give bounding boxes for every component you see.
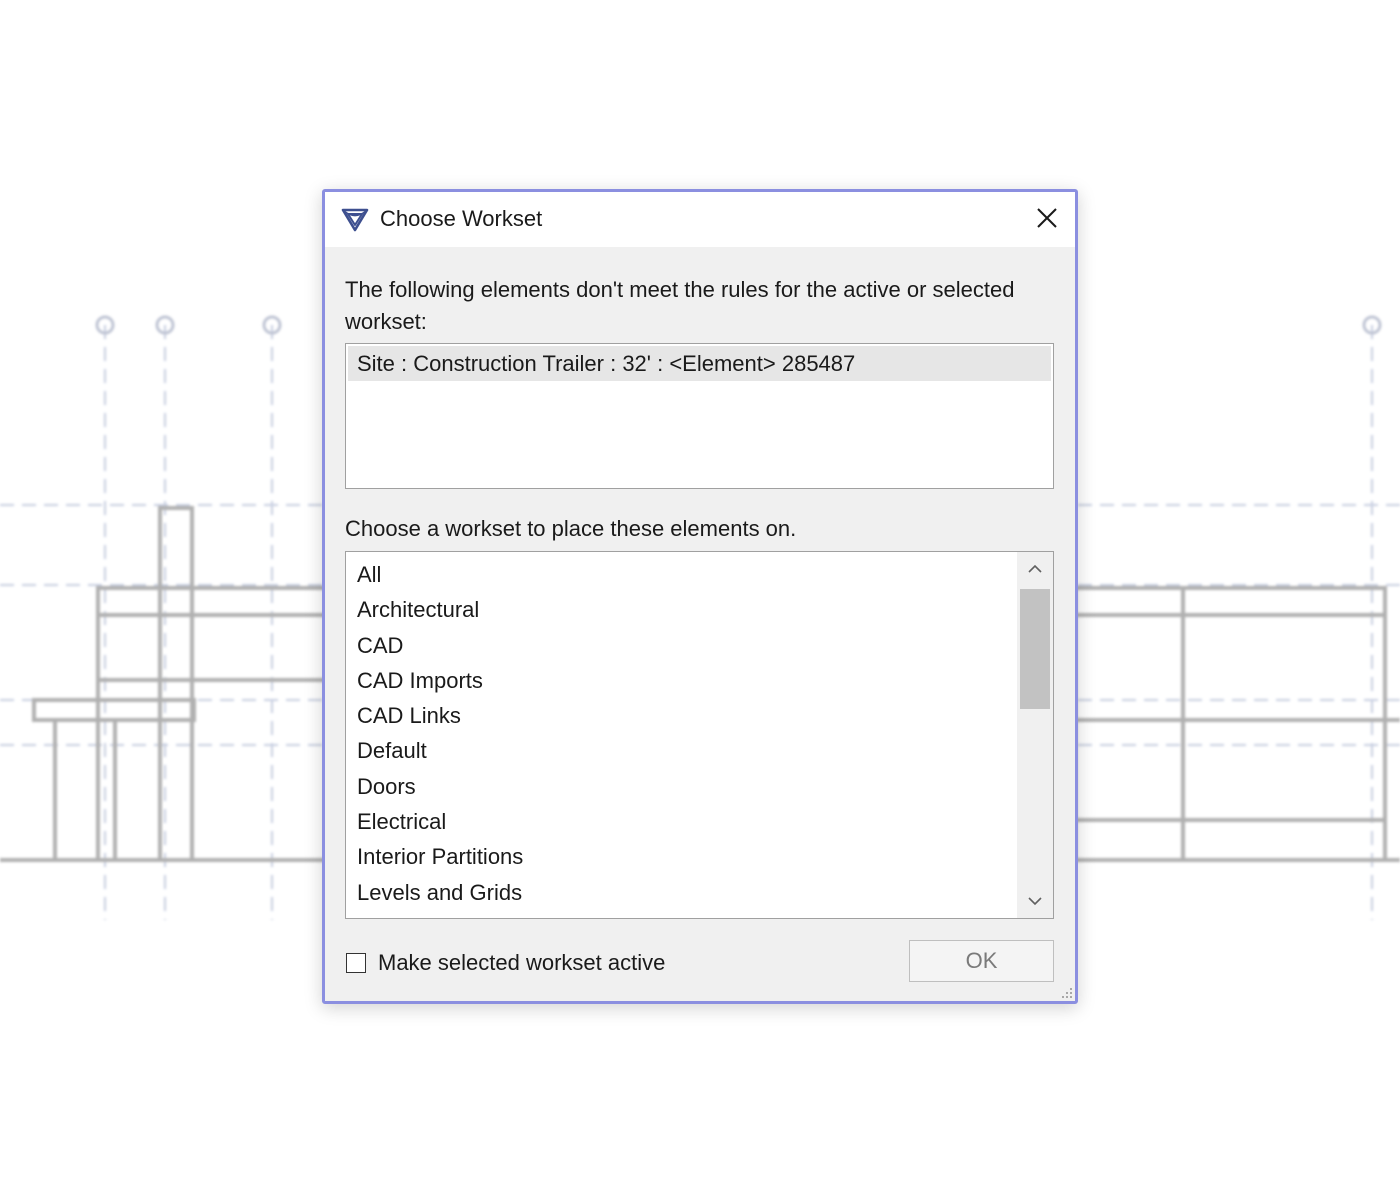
scroll-thumb[interactable] bbox=[1020, 589, 1050, 709]
ok-button[interactable]: OK bbox=[909, 940, 1054, 982]
workset-item[interactable]: CAD bbox=[346, 628, 1016, 663]
choose-workset-dialog: Choose Workset The following elements do… bbox=[322, 189, 1078, 1004]
workset-scrollbar[interactable] bbox=[1017, 552, 1053, 918]
make-active-checkbox[interactable] bbox=[346, 953, 366, 973]
scroll-up-button[interactable] bbox=[1017, 552, 1053, 586]
workset-item[interactable]: All bbox=[346, 557, 1016, 592]
workset-item[interactable]: Doors bbox=[346, 769, 1016, 804]
workset-item[interactable]: Levels and Grids bbox=[346, 875, 1016, 910]
workset-item[interactable]: Architectural bbox=[346, 592, 1016, 627]
workset-item[interactable]: CAD Imports bbox=[346, 663, 1016, 698]
make-active-label: Make selected workset active bbox=[378, 950, 666, 975]
title-bar[interactable]: Choose Workset bbox=[325, 192, 1075, 247]
dialog-title: Choose Workset bbox=[380, 206, 543, 231]
element-row[interactable]: Site : Construction Trailer : 32' : <Ele… bbox=[348, 346, 1051, 381]
workset-item[interactable]: Interior Partitions bbox=[346, 839, 1016, 874]
workset-items: All Architectural CAD CAD Imports CAD Li… bbox=[346, 557, 1016, 910]
elements-list[interactable]: Site : Construction Trailer : 32' : <Ele… bbox=[345, 343, 1054, 489]
chevron-down-icon bbox=[1028, 897, 1042, 906]
chevron-up-icon bbox=[1028, 564, 1042, 573]
resize-grip-icon[interactable] bbox=[1059, 985, 1073, 999]
workset-item[interactable]: CAD Links bbox=[346, 698, 1016, 733]
make-active-checkbox-row[interactable]: Make selected workset active bbox=[346, 948, 665, 978]
rules-message: The following elements don't meet the ru… bbox=[345, 277, 1015, 334]
workset-item[interactable]: Default bbox=[346, 733, 1016, 768]
choose-workset-label: Choose a workset to place these elements… bbox=[345, 516, 797, 541]
close-icon bbox=[1037, 208, 1057, 228]
close-button[interactable] bbox=[1029, 200, 1065, 236]
workset-listbox[interactable]: All Architectural CAD CAD Imports CAD Li… bbox=[345, 551, 1054, 919]
scroll-down-button[interactable] bbox=[1017, 884, 1053, 918]
workset-item[interactable]: Electrical bbox=[346, 804, 1016, 839]
revit-logo-icon bbox=[341, 208, 369, 232]
